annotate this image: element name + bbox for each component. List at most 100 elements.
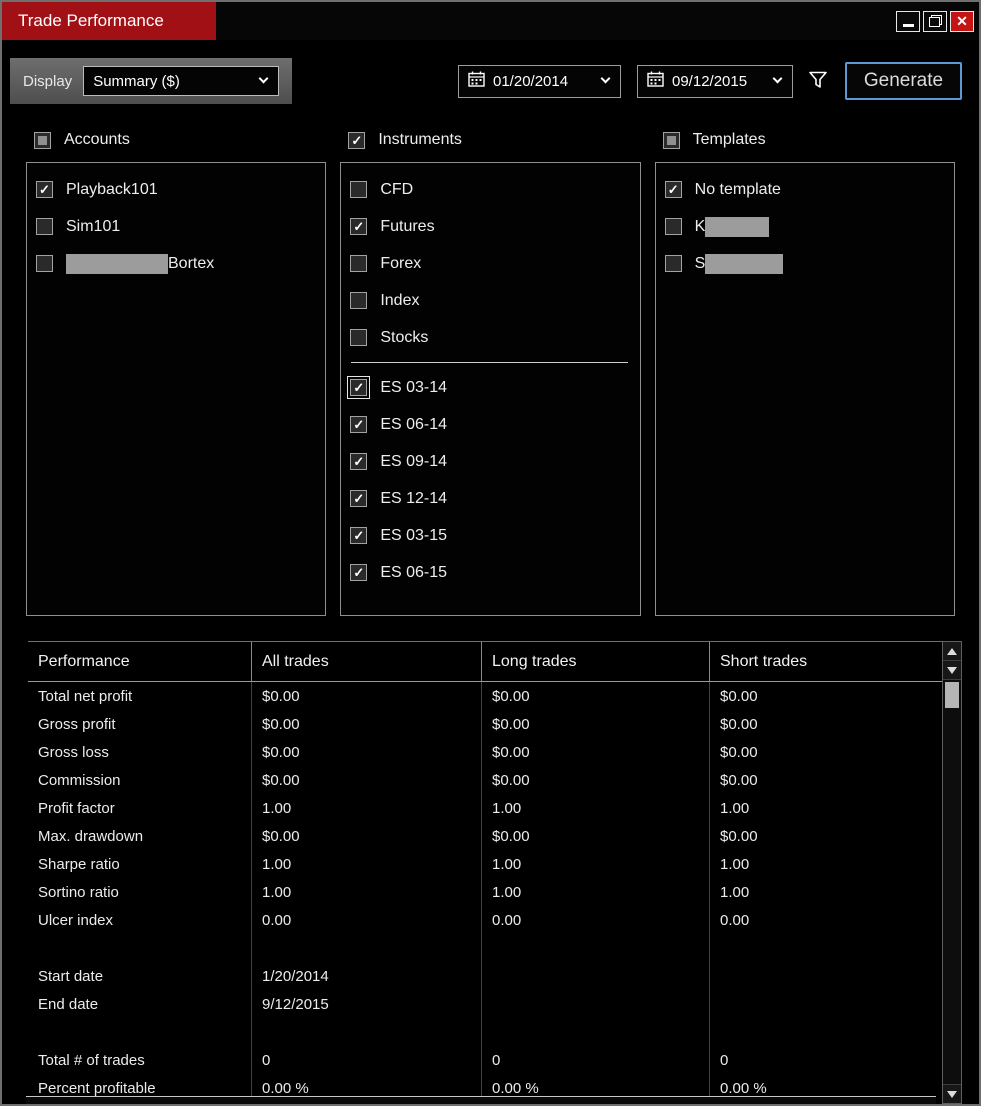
table-row-spacer[interactable] — [28, 1018, 942, 1046]
item-checkbox[interactable]: ✓ — [350, 416, 368, 433]
item-checkbox[interactable] — [350, 292, 368, 309]
chevron-down-icon[interactable] — [771, 73, 783, 87]
minimize-button[interactable] — [896, 10, 920, 32]
row-value — [482, 962, 710, 990]
table-row-commission[interactable]: Commission $0.00 $0.00 $0.00 — [28, 766, 942, 794]
item-checkbox[interactable] — [350, 181, 368, 198]
list-item-es-12-14[interactable]: ✓ ES 12-14 — [350, 480, 629, 517]
row-value: 9/12/2015 — [252, 990, 482, 1018]
instruments-checkbox[interactable]: ✓ — [348, 131, 366, 149]
item-text: ES 03-15 — [380, 526, 448, 544]
chevron-down-icon[interactable] — [599, 73, 611, 87]
end-date-picker[interactable]: 09/12/2015 — [637, 64, 793, 98]
column-header-short-trades[interactable]: Short trades — [710, 642, 942, 681]
close-icon: ✕ — [956, 12, 968, 29]
list-item-playback101[interactable]: ✓ Playback101 — [36, 171, 315, 208]
scrollbar-thumb[interactable] — [945, 682, 959, 708]
row-value — [710, 962, 942, 990]
list-item-es-06-14[interactable]: ✓ ES 06-14 — [350, 406, 629, 443]
row-value: $0.00 — [720, 687, 758, 705]
scroll-down-button-bottom[interactable] — [943, 1084, 961, 1103]
list-item-bortex[interactable]: Bortex — [36, 245, 315, 282]
table-row-total-of-trades[interactable]: Total # of trades 0 0 0 — [28, 1046, 942, 1074]
templates-section: Templates ✓ No template K S — [654, 104, 955, 616]
scroll-down-button[interactable] — [943, 661, 961, 680]
item-label: ES 03-14 — [380, 379, 447, 397]
item-checkbox[interactable]: ✓ — [350, 490, 368, 507]
table-row-end-date[interactable]: End date 9/12/2015 — [28, 990, 942, 1018]
vertical-scrollbar[interactable] — [942, 641, 962, 1104]
table-row-profit-factor[interactable]: Profit factor 1.00 1.00 1.00 — [28, 794, 942, 822]
list-item-sim101[interactable]: Sim101 — [36, 208, 315, 245]
start-date-value: 01/20/2014 — [493, 72, 569, 90]
item-checkbox[interactable] — [36, 218, 53, 235]
horizontal-scrollbar[interactable] — [26, 1096, 936, 1104]
item-checkbox[interactable]: ✓ — [347, 376, 371, 399]
table-row-max-drawdown[interactable]: Max. drawdown $0.00 $0.00 $0.00 — [28, 822, 942, 850]
item-checkbox[interactable] — [350, 255, 368, 272]
list-item-no-template[interactable]: ✓ No template — [664, 171, 944, 208]
accounts-checkbox[interactable] — [34, 131, 51, 149]
row-label: Total net profit — [28, 682, 252, 710]
list-item-es-03-15[interactable]: ✓ ES 03-15 — [350, 517, 629, 554]
item-label: Forex — [380, 255, 421, 273]
row-value: 1.00 — [482, 878, 710, 906]
item-label: K — [695, 216, 770, 237]
item-checkbox[interactable]: ✓ — [350, 453, 368, 470]
close-button[interactable]: ✕ — [950, 10, 974, 32]
row-label: Profit factor — [28, 794, 252, 822]
item-checkbox[interactable]: ✓ — [664, 181, 682, 198]
item-checkbox[interactable]: ✓ — [350, 527, 368, 544]
item-checkbox[interactable] — [664, 255, 682, 272]
filter-button[interactable] — [808, 71, 828, 92]
start-date-picker[interactable]: 01/20/2014 — [458, 64, 621, 98]
table-row-ulcer-index[interactable]: Ulcer index 0.00 0.00 0.00 — [28, 906, 942, 934]
templates-checkbox[interactable] — [662, 131, 680, 149]
item-text: Forex — [380, 254, 422, 272]
table-row-gross-profit[interactable]: Gross profit $0.00 $0.00 $0.00 — [28, 710, 942, 738]
table-row-sharpe-ratio[interactable]: Sharpe ratio 1.00 1.00 1.00 — [28, 850, 942, 878]
item-label: Sim101 — [66, 218, 120, 236]
list-item-es-03-14[interactable]: ✓ ES 03-14 — [347, 369, 629, 406]
list-item-index[interactable]: Index — [350, 282, 629, 319]
table-row-gross-loss[interactable]: Gross loss $0.00 $0.00 $0.00 — [28, 738, 942, 766]
column-header-all-trades[interactable]: All trades — [252, 642, 482, 681]
list-item-k[interactable]: K — [664, 208, 944, 245]
row-label: Ulcer index — [28, 906, 252, 934]
list-item-futures[interactable]: ✓ Futures — [350, 208, 629, 245]
list-item-es-09-14[interactable]: ✓ ES 09-14 — [350, 443, 629, 480]
row-value: $0.00 — [482, 766, 710, 794]
row-value: 0 — [252, 1046, 482, 1074]
scroll-up-button[interactable] — [943, 642, 961, 661]
item-checkbox[interactable] — [36, 255, 53, 272]
item-checkbox[interactable] — [350, 329, 368, 346]
table-body: Total net profit $0.00 $0.00 $0.00 Gross pro… — [28, 682, 942, 1104]
scrollbar-track[interactable] — [943, 710, 961, 1084]
list-item-forex[interactable]: Forex — [350, 245, 629, 282]
item-label: No template — [695, 181, 781, 199]
list-item-cfd[interactable]: CFD — [350, 171, 629, 208]
item-label: S — [695, 253, 784, 274]
table-row-sortino-ratio[interactable]: Sortino ratio 1.00 1.00 1.00 — [28, 878, 942, 906]
accounts-listbox: ✓ Playback101 Sim101 Bortex — [26, 162, 327, 616]
item-checkbox[interactable] — [664, 218, 682, 235]
list-item-s[interactable]: S — [664, 245, 944, 282]
item-checkbox[interactable]: ✓ — [36, 181, 53, 198]
display-select[interactable]: Summary ($) — [83, 66, 279, 96]
row-value: 1.00 — [482, 850, 710, 878]
column-header-performance[interactable]: Performance — [28, 642, 252, 681]
column-header-long-trades[interactable]: Long trades — [482, 642, 710, 681]
table-row-start-date[interactable]: Start date 1/20/2014 — [28, 962, 942, 990]
generate-button[interactable]: Generate — [845, 62, 962, 100]
maximize-button[interactable] — [923, 10, 947, 32]
accounts-section: Accounts ✓ Playback101 Sim101 Bortex — [26, 104, 327, 616]
list-item-es-06-15[interactable]: ✓ ES 06-15 — [350, 554, 629, 591]
item-checkbox[interactable]: ✓ — [350, 564, 368, 581]
table-row-total-net-profit[interactable]: Total net profit $0.00 $0.00 $0.00 — [28, 682, 942, 710]
item-checkbox[interactable]: ✓ — [350, 218, 368, 235]
table-row-spacer[interactable] — [28, 934, 942, 962]
item-label: ES 12-14 — [380, 490, 447, 508]
calendar-icon — [647, 71, 664, 91]
performance-table: Performance All trades Long trades Short tr… — [28, 641, 942, 1104]
list-item-stocks[interactable]: Stocks — [350, 319, 629, 356]
